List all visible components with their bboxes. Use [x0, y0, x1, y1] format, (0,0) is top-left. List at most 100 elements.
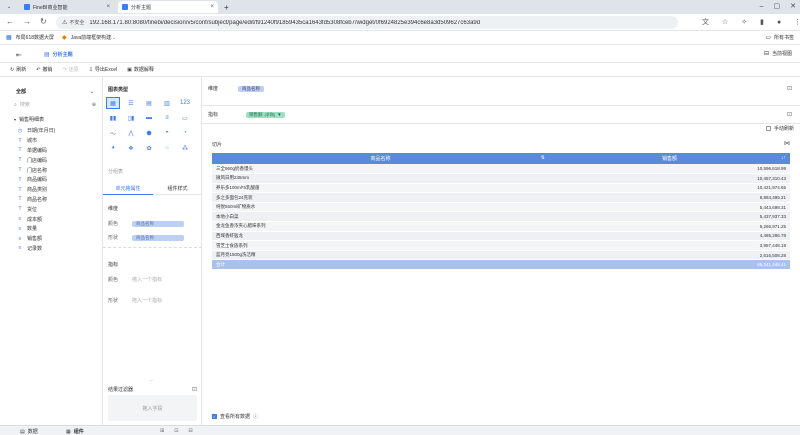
rose-icon[interactable]: ✿: [142, 142, 156, 154]
view-all-data-toggle[interactable]: ✓ 查看所有数据 ⓘ: [212, 413, 258, 420]
scope-select[interactable]: 全部 ⌄: [16, 88, 94, 96]
field-item[interactable]: ≡ 数量: [0, 224, 102, 234]
sidebar-icon[interactable]: ▮: [760, 18, 764, 26]
lock-icon[interactable]: ⊡: [192, 386, 197, 393]
translate-icon[interactable]: 文: [702, 17, 709, 27]
range-bar-icon[interactable]: ▭: [178, 112, 192, 124]
table-row[interactable]: 西域香虾猛龙 4,485,286.78: [212, 231, 790, 242]
metric-chip[interactable]: 销售额 (求和) ▼: [246, 111, 285, 118]
table-row[interactable]: 养乐多100ml*5乳酸菌 10,421,974.65: [212, 183, 790, 194]
sort-icon[interactable]: ↓↑: [781, 155, 786, 161]
collapse-icon[interactable]: ⇤: [16, 51, 22, 59]
dimension-chip[interactable]: 商品名称: [238, 85, 264, 92]
add-dashboard-icon[interactable]: ⊡: [174, 428, 178, 434]
gauge-icon[interactable]: ◔: [178, 127, 192, 139]
bookmark-item[interactable]: ▦ 布局618数据大屏: [6, 34, 54, 41]
data-tab[interactable]: ▤ 数据: [20, 428, 38, 435]
manual-refresh-toggle[interactable]: 手动刷新: [765, 125, 794, 132]
field-item[interactable]: ≡ 成本额: [0, 214, 102, 224]
stacked-bar-icon[interactable]: ▬: [142, 112, 156, 124]
field-item[interactable]: ≡ 记录数: [0, 244, 102, 254]
close-icon[interactable]: ×: [210, 4, 214, 10]
column-header[interactable]: 商品名称 ⇅: [212, 153, 549, 164]
lock-icon[interactable]: ⊡: [787, 111, 792, 118]
horizontal-bar-icon[interactable]: ≡: [160, 112, 174, 124]
field-group-header[interactable]: ▾ 销售明细表: [14, 116, 44, 123]
extensions-icon[interactable]: ✧: [741, 18, 747, 26]
table-icon[interactable]: ▦: [106, 97, 120, 109]
dashboard-icon[interactable]: ◓: [160, 127, 174, 139]
column-header[interactable]: 销售额 ↓↑: [549, 153, 790, 164]
line-chart-icon[interactable]: 〜: [106, 127, 120, 139]
field-item[interactable]: T 商品名称: [0, 195, 102, 205]
result-filter-dropzone[interactable]: 拖入字段: [108, 395, 197, 421]
field-item[interactable]: T 单据编码: [0, 146, 102, 156]
field-item[interactable]: ◷ 日期(年月日): [0, 126, 102, 136]
data-explain-button[interactable]: ▣ 数据解释: [127, 66, 154, 74]
address-bar[interactable]: ⚠ 不安全 192.168.171.80:8080/finebi/decisio…: [56, 16, 678, 29]
checkbox-checked-icon[interactable]: ✓: [212, 414, 217, 419]
field-item[interactable]: T 货位: [0, 204, 102, 214]
redo-button[interactable]: ↷ 还原: [62, 66, 78, 74]
table-row[interactable]: 蓝月亮1500g洗洁精 2,616,508.28: [212, 250, 790, 261]
field-item[interactable]: T 门店编码: [0, 155, 102, 165]
area-chart-icon[interactable]: ⋀: [124, 127, 138, 139]
cross-table-icon[interactable]: ▤: [142, 97, 156, 109]
maximize-icon[interactable]: ▢: [774, 2, 781, 10]
table-row[interactable]: 雪芝士食族系列 3,957,448.19: [212, 240, 790, 251]
reload-icon[interactable]: ↻: [40, 17, 47, 26]
scatter-icon[interactable]: ⁘: [160, 142, 174, 154]
table-row[interactable]: 多之多面包24克装 6,864,495.21: [212, 192, 790, 203]
field-item[interactable]: T 门店名称: [0, 165, 102, 175]
current-view-button[interactable]: ⊟ 当前视图: [764, 50, 792, 57]
star-icon[interactable]: ☆: [722, 18, 728, 26]
refresh-button[interactable]: ↻ 刷新: [10, 66, 26, 74]
forward-icon[interactable]: →: [23, 17, 31, 26]
radar-icon[interactable]: ⬢: [142, 127, 156, 139]
grouped-bar-icon[interactable]: ▯▮: [124, 112, 138, 124]
lock-icon[interactable]: ⊡: [787, 85, 792, 92]
bookmark-item[interactable]: ◆ Java前端框架构建...: [62, 34, 115, 41]
dimension-shape-chip[interactable]: 商品名称: [132, 234, 184, 241]
field-item[interactable]: T 城市: [0, 136, 102, 146]
summary-table-icon[interactable]: ▥: [160, 97, 174, 109]
browser-tab-finebi[interactable]: FineBI商业智能 ×: [20, 1, 114, 13]
browser-tab-analysis[interactable]: 分析主题 ×: [118, 1, 218, 13]
table-row[interactable]: 纯悦550ml矿物质水 5,443,698.31: [212, 202, 790, 213]
metric-color-dropzone[interactable]: 拖入一个指标: [132, 276, 162, 283]
dimension-color-chip[interactable]: 商品名称: [132, 220, 184, 227]
export-excel-button[interactable]: ⇩ 导出Excel: [89, 66, 117, 74]
field-item[interactable]: ≡ 销售额: [0, 234, 102, 244]
close-icon[interactable]: ×: [106, 4, 110, 10]
pie-chart-icon[interactable]: ◕: [106, 142, 120, 154]
detail-table-icon[interactable]: ☰: [124, 97, 138, 109]
back-icon[interactable]: ←: [6, 17, 14, 26]
field-item[interactable]: T 商品类别: [0, 185, 102, 195]
field-item[interactable]: T 商品编码: [0, 175, 102, 185]
info-icon[interactable]: ⓘ: [253, 413, 258, 420]
table-row[interactable]: 微风日用245mm 10,457,310.43: [212, 173, 790, 184]
menu-icon[interactable]: ⋮: [794, 18, 800, 26]
add-sheet-icon[interactable]: ⊞: [160, 428, 164, 434]
tab-component-style[interactable]: 组件样式: [153, 183, 202, 195]
sort-icon[interactable]: ⇅: [541, 155, 545, 161]
close-window-icon[interactable]: ✕: [790, 2, 796, 10]
bubble-icon[interactable]: ⁂: [178, 142, 192, 154]
bar-chart-icon[interactable]: ▮▮: [106, 112, 120, 124]
component-tab[interactable]: ▦ 组件: [66, 428, 84, 435]
table-row[interactable]: 金龙鱼香浓夹心腊味系列 5,266,971.25: [212, 221, 790, 232]
search-input[interactable]: ⌕ 搜索 ⊕: [14, 100, 96, 109]
more-icon[interactable]: ⋈: [784, 140, 790, 147]
new-tab-button[interactable]: +: [220, 1, 230, 13]
undo-button[interactable]: ↶ 撤销: [36, 66, 52, 74]
profile-icon[interactable]: ●: [777, 19, 781, 26]
add-report-icon[interactable]: ⊟: [188, 428, 192, 434]
drag-handle[interactable]: ⋯: [149, 378, 154, 384]
multi-pie-icon[interactable]: ❖: [124, 142, 138, 154]
kpi-icon[interactable]: 123: [178, 97, 192, 109]
all-bookmarks-button[interactable]: ▭ 所有书签: [765, 34, 794, 41]
tab-cell-attributes[interactable]: 单元格属性: [103, 183, 153, 195]
minimize-icon[interactable]: –: [760, 3, 764, 10]
add-icon[interactable]: ⊕: [92, 102, 96, 108]
tab-search-button[interactable]: ⌄: [3, 1, 11, 13]
